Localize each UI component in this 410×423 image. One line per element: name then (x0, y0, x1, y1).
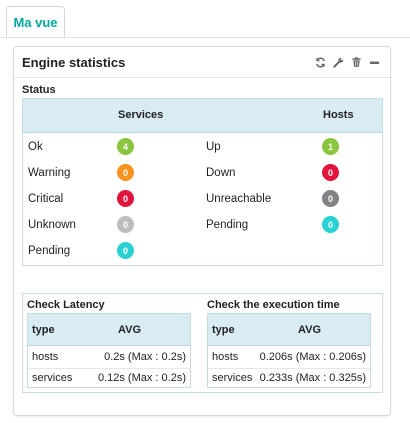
refresh-icon[interactable] (314, 56, 326, 68)
type-column-header: type (212, 324, 235, 336)
services-header: Services (118, 109, 164, 121)
check-latency-panel: Check Latency type AVG hosts 0.2s (Max :… (25, 294, 197, 392)
table-header: type AVG (208, 314, 370, 346)
service-state-label: Unknown (28, 219, 76, 231)
timing-section: Check Latency type AVG hosts 0.2s (Max :… (22, 293, 383, 393)
widget-header: Engine statistics (14, 47, 390, 78)
host-state-label: Up (206, 141, 221, 153)
service-count-badge[interactable]: 0 (117, 242, 134, 259)
engine-statistics-widget: Engine statistics Status Services Hosts … (13, 46, 391, 416)
hosts-header: Hosts (323, 109, 354, 121)
tab-baseline (0, 37, 410, 38)
status-row: Critical 0 Unreachable 0 (23, 186, 382, 212)
table-row: services 0.12s (Max : 0.2s) (28, 368, 190, 389)
row-type: hosts (212, 351, 239, 363)
minimize-icon[interactable] (368, 56, 380, 68)
trash-icon[interactable] (350, 56, 362, 68)
host-count-badge[interactable]: 0 (322, 164, 339, 181)
check-latency-table: type AVG hosts 0.2s (Max : 0.2s) service… (27, 313, 191, 388)
avg-column-header: AVG (298, 324, 322, 336)
service-state-label: Warning (28, 167, 71, 179)
table-row: hosts 0.206s (Max : 0.206s) (208, 347, 370, 369)
row-avg: 0.206s (Max : 0.206s) (259, 351, 366, 363)
execution-time-panel: Check the execution time type AVG hosts … (205, 294, 377, 392)
service-count-badge[interactable]: 0 (117, 190, 134, 207)
tab-ma-vue[interactable]: Ma vue (6, 6, 65, 37)
tab-bar: Ma vue (0, 0, 410, 38)
row-avg: 0.12s (Max : 0.2s) (97, 372, 186, 384)
status-table-header: Services Hosts (23, 99, 382, 133)
table-row: hosts 0.2s (Max : 0.2s) (28, 347, 190, 369)
row-type: services (32, 372, 73, 384)
service-state-label: Critical (28, 193, 64, 205)
status-row: Unknown 0 Pending 0 (23, 212, 382, 238)
wrench-icon[interactable] (332, 56, 344, 68)
table-row: services 0.233s (Max : 0.325s) (208, 368, 370, 389)
host-state-label: Unreachable (206, 193, 272, 205)
host-count-badge[interactable]: 1 (322, 138, 339, 155)
service-state-label: Pending (28, 245, 71, 257)
execution-time-table: type AVG hosts 0.206s (Max : 0.206s) ser… (207, 313, 371, 388)
widget-title: Engine statistics (22, 55, 126, 70)
widget-toolbar (314, 56, 380, 68)
row-type: hosts (32, 351, 59, 363)
service-state-label: Ok (28, 141, 43, 153)
type-column-header: type (32, 324, 55, 336)
service-count-badge[interactable]: 0 (117, 216, 134, 233)
status-row: Ok 4 Up 1 (23, 134, 382, 160)
status-row: Pending 0 (23, 238, 382, 264)
status-section-label: Status (22, 84, 56, 96)
host-count-badge[interactable]: 0 (322, 190, 339, 207)
status-row: Warning 0 Down 0 (23, 160, 382, 186)
row-avg: 0.233s (Max : 0.325s) (259, 372, 366, 384)
host-state-label: Pending (206, 219, 249, 231)
execution-time-title: Check the execution time (207, 299, 340, 311)
table-header: type AVG (28, 314, 190, 346)
host-count-badge[interactable]: 0 (322, 216, 339, 233)
row-avg: 0.2s (Max : 0.2s) (104, 351, 186, 363)
service-count-badge[interactable]: 4 (117, 138, 134, 155)
host-state-label: Down (206, 167, 236, 179)
service-count-badge[interactable]: 0 (117, 164, 134, 181)
status-table: Services Hosts Ok 4 Up 1 Warning 0 Down 0 Critic… (22, 98, 383, 266)
avg-column-header: AVG (118, 324, 142, 336)
check-latency-title: Check Latency (27, 299, 105, 311)
row-type: services (212, 372, 253, 384)
